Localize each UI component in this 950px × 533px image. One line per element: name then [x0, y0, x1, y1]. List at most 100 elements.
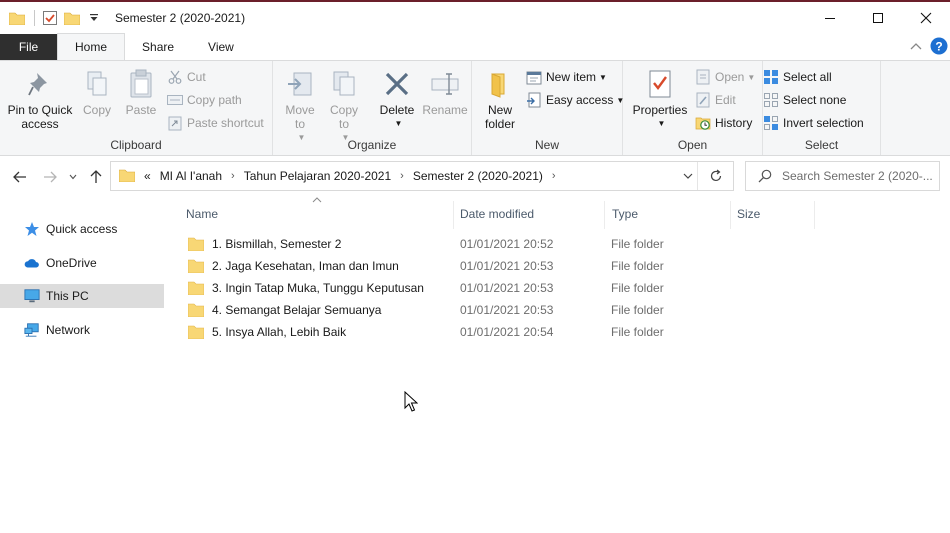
close-icon — [920, 12, 932, 24]
minimize-button[interactable] — [806, 2, 854, 34]
new-item-label: New item — [546, 70, 597, 84]
tab-home[interactable]: Home — [57, 33, 126, 60]
chevron-down-icon — [683, 173, 693, 179]
tab-share[interactable]: Share — [125, 34, 191, 60]
paste-button[interactable]: Paste — [120, 67, 162, 117]
forward-button[interactable] — [40, 167, 60, 187]
new-item-button[interactable]: New item ▼ — [526, 67, 607, 87]
properties-button[interactable]: Properties ▼ — [627, 67, 693, 131]
address-history-dropdown[interactable] — [683, 162, 693, 190]
tab-file[interactable]: File — [0, 34, 57, 60]
new-folder-qat-icon[interactable] — [63, 9, 81, 27]
up-arrow-icon — [90, 170, 102, 183]
collapse-ribbon-icon[interactable] — [910, 41, 922, 55]
up-button[interactable] — [86, 167, 106, 187]
table-row[interactable]: 4. Semangat Belajar Semuanya 01/01/2021 … — [184, 299, 844, 321]
column-divider[interactable] — [730, 201, 731, 229]
breadcrumb-chevron-icon[interactable]: › — [400, 170, 404, 182]
folder-icon — [188, 303, 204, 317]
select-none-label: Select none — [783, 93, 847, 107]
refresh-button[interactable] — [697, 162, 733, 190]
move-to-button[interactable]: Move to ▼ — [281, 67, 319, 145]
rename-button[interactable]: Rename — [422, 67, 468, 117]
ribbon-right-controls: ? — [910, 37, 950, 58]
history-icon — [695, 115, 711, 131]
new-item-dropdown-icon: ▼ — [599, 72, 607, 82]
copy-button[interactable]: Copy — [78, 67, 116, 117]
file-name: 1. Bismillah, Semester 2 — [212, 237, 342, 251]
column-divider[interactable] — [814, 201, 815, 229]
ribbon-tabs: File Home Share View ? — [0, 33, 950, 60]
copy-path-button[interactable]: Copy path — [167, 90, 242, 110]
table-row[interactable]: 5. Insya Allah, Lebih Baik 01/01/2021 20… — [184, 321, 844, 343]
file-name-cell: 5. Insya Allah, Lebih Baik — [184, 325, 446, 339]
paste-shortcut-button[interactable]: Paste shortcut — [167, 113, 264, 133]
history-button[interactable]: History — [695, 113, 752, 133]
breadcrumb-chevron-icon[interactable]: › — [552, 170, 556, 182]
folder-icon — [8, 9, 26, 27]
nav-item-this-pc[interactable]: This PC — [0, 284, 164, 308]
column-header-size[interactable]: Size — [737, 203, 760, 225]
column-header-date-modified[interactable]: Date modified — [460, 203, 534, 225]
select-all-label: Select all — [783, 70, 832, 84]
search-placeholder: Search Semester 2 (2020-... — [782, 169, 933, 183]
breadcrumb-item[interactable]: Tahun Pelajaran 2020-2021 — [244, 169, 391, 183]
qat-separator — [34, 10, 35, 26]
rename-label: Rename — [422, 103, 468, 117]
delete-label: Delete — [379, 103, 415, 117]
breadcrumb-chevron-icon[interactable]: › — [231, 170, 235, 182]
invert-selection-icon — [763, 115, 779, 131]
svg-text:?: ? — [935, 40, 942, 54]
column-divider[interactable] — [604, 201, 605, 229]
select-group-label: Select — [804, 138, 839, 152]
back-button[interactable] — [10, 167, 30, 187]
rename-icon — [428, 67, 462, 101]
column-header-type[interactable]: Type — [612, 203, 638, 225]
file-name: 2. Jaga Kesehatan, Iman dan Imun — [212, 259, 399, 273]
nav-item-label: Quick access — [46, 222, 118, 236]
properties-check-icon[interactable] — [41, 9, 59, 27]
folder-icon — [188, 259, 204, 273]
select-all-icon — [763, 69, 779, 85]
copy-to-button[interactable]: Copy to ▼ — [325, 67, 363, 145]
file-name: 5. Insya Allah, Lebih Baik — [212, 325, 347, 339]
file-name: 4. Semangat Belajar Semuanya — [212, 303, 382, 317]
history-label: History — [715, 116, 753, 130]
nav-item-onedrive[interactable]: OneDrive — [0, 251, 164, 275]
breadcrumb-item[interactable]: MI Al I'anah — [160, 169, 222, 183]
column-divider[interactable] — [453, 201, 454, 229]
delete-button[interactable]: Delete ▼ — [377, 67, 417, 131]
table-row[interactable]: 2. Jaga Kesehatan, Iman dan Imun 01/01/2… — [184, 255, 844, 277]
column-header-name[interactable]: Name — [186, 203, 218, 225]
breadcrumb-overflow[interactable]: « — [144, 169, 151, 183]
monitor-icon — [24, 288, 40, 304]
invert-selection-button[interactable]: Invert selection — [763, 113, 864, 133]
nav-item-network[interactable]: Network — [0, 318, 164, 342]
new-item-icon — [526, 69, 542, 85]
close-button[interactable] — [902, 2, 950, 34]
nav-item-quick-access[interactable]: Quick access — [0, 217, 164, 241]
table-row[interactable]: 1. Bismillah, Semester 2 01/01/2021 20:5… — [184, 233, 844, 255]
edit-button[interactable]: Edit — [695, 90, 736, 110]
search-box[interactable]: Search Semester 2 (2020-... — [745, 161, 940, 191]
help-icon[interactable]: ? — [930, 37, 948, 58]
chevron-down-icon — [69, 174, 77, 180]
recent-locations-button[interactable] — [66, 167, 80, 187]
table-row[interactable]: 3. Ingin Tatap Muka, Tunggu Keputusan 01… — [184, 277, 844, 299]
breadcrumb: « MI Al I'anah › Tahun Pelajaran 2020-20… — [111, 168, 565, 185]
maximize-button[interactable] — [854, 2, 902, 34]
customize-qat-dropdown-icon[interactable] — [85, 9, 103, 27]
tab-view[interactable]: View — [191, 34, 251, 60]
folder-icon — [188, 237, 204, 251]
select-none-button[interactable]: Select none — [763, 90, 846, 110]
breadcrumb-item[interactable]: Semester 2 (2020-2021) — [413, 169, 543, 183]
new-folder-button[interactable]: New folder — [480, 67, 520, 131]
open-button[interactable]: Open ▼ — [695, 67, 755, 87]
pin-to-quick-access-button[interactable]: Pin to Quick access — [4, 67, 76, 131]
select-all-button[interactable]: Select all — [763, 67, 832, 87]
cut-button[interactable]: Cut — [167, 67, 206, 87]
easy-access-button[interactable]: Easy access ▼ — [526, 90, 624, 110]
address-bar[interactable]: « MI Al I'anah › Tahun Pelajaran 2020-20… — [110, 161, 734, 191]
file-date: 01/01/2021 20:52 — [460, 237, 554, 251]
forward-arrow-icon — [44, 171, 57, 183]
